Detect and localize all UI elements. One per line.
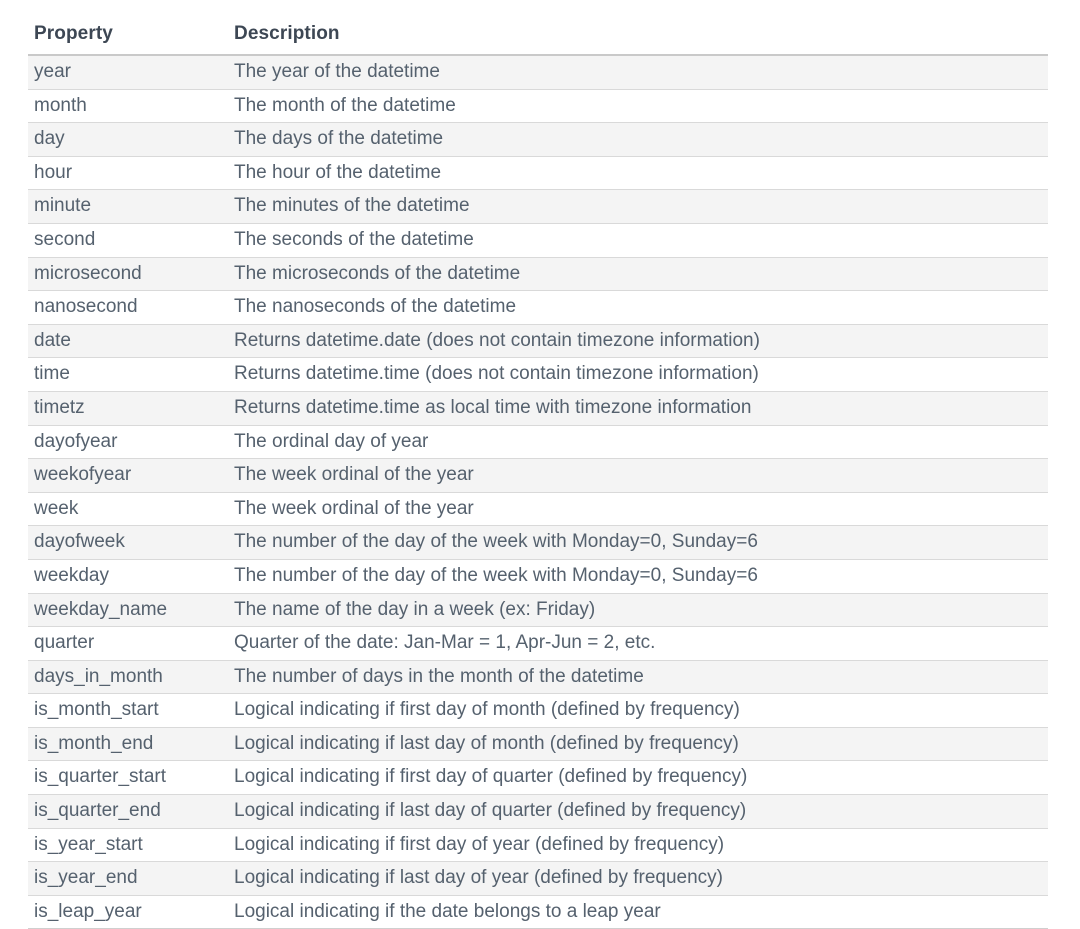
cell-property: week — [28, 492, 228, 527]
cell-description: Returns datetime.time as local time with… — [228, 391, 1048, 426]
cell-description: The nanoseconds of the datetime — [228, 290, 1048, 325]
cell-description: The week ordinal of the year — [228, 492, 1048, 527]
table-row: quarter Quarter of the date: Jan-Mar = 1,… — [28, 626, 1048, 661]
cell-property: hour — [28, 156, 228, 191]
cell-description: The hour of the datetime — [228, 156, 1048, 191]
cell-property: date — [28, 324, 228, 359]
cell-property: is_year_end — [28, 861, 228, 896]
cell-description: The week ordinal of the year — [228, 458, 1048, 493]
table-row: is_quarter_start Logical indicating if fi… — [28, 760, 1048, 796]
cell-property: minute — [28, 189, 228, 224]
cell-property: dayofweek — [28, 525, 228, 560]
cell-description: Logical indicating if the date belongs t… — [228, 895, 1048, 929]
table-row: days_in_month The number of days in the m… — [28, 660, 1048, 695]
cell-property: weekofyear — [28, 458, 228, 493]
cell-property: year — [28, 55, 228, 90]
column-header-description: Description — [228, 0, 1048, 56]
cell-property: dayofyear — [28, 425, 228, 460]
cell-property: second — [28, 223, 228, 258]
cell-property: is_month_start — [28, 693, 228, 728]
table-row: timetz Returns datetime.time as local tim… — [28, 391, 1048, 426]
cell-description: The number of the day of the week with M… — [228, 525, 1048, 560]
cell-property: is_quarter_start — [28, 760, 228, 796]
cell-property: is_leap_year — [28, 895, 228, 929]
table-row: weekday The number of the day of the week… — [28, 559, 1048, 594]
cell-description: The days of the datetime — [228, 122, 1048, 157]
table-row: nanosecond The nanoseconds of the datetim… — [28, 290, 1048, 325]
properties-table-container: Property Description year The year of the… — [28, 0, 1048, 929]
table-row: weekofyear The week ordinal of the year — [28, 458, 1048, 493]
cell-property: day — [28, 122, 228, 157]
cell-property: quarter — [28, 626, 228, 661]
cell-property: timetz — [28, 391, 228, 426]
cell-description: The name of the day in a week (ex: Frida… — [228, 593, 1048, 628]
cell-description: Logical indicating if first day of year … — [228, 828, 1048, 863]
cell-description: The month of the datetime — [228, 89, 1048, 124]
table-row: hour The hour of the datetime — [28, 156, 1048, 191]
cell-property: weekday_name — [28, 593, 228, 628]
cell-description: The microseconds of the datetime — [228, 257, 1048, 292]
cell-description: The number of days in the month of the d… — [228, 660, 1048, 695]
cell-description: The number of the day of the week with M… — [228, 559, 1048, 594]
table-body: year The year of the datetime month The mon… — [28, 55, 1048, 929]
cell-property: microsecond — [28, 257, 228, 292]
cell-description: Logical indicating if last day of quarte… — [228, 794, 1048, 829]
table-row: is_year_start Logical indicating if first… — [28, 828, 1048, 863]
cell-description: Logical indicating if last day of month … — [228, 727, 1048, 762]
cell-description: Logical indicating if last day of year (… — [228, 861, 1048, 896]
column-header-property: Property — [28, 0, 228, 56]
cell-description: Logical indicating if first day of month… — [228, 693, 1048, 728]
table-row: date Returns datetime.date (does not cont… — [28, 324, 1048, 359]
table-row: is_year_end Logical indicating if last da… — [28, 861, 1048, 896]
table-row: day The days of the datetime — [28, 122, 1048, 157]
cell-description: Returns datetime.date (does not contain … — [228, 324, 1048, 359]
datetime-properties-table: Property Description year The year of the… — [28, 0, 1048, 929]
table-row: week The week ordinal of the year — [28, 492, 1048, 527]
cell-description: Logical indicating if first day of quart… — [228, 760, 1048, 796]
cell-description: The seconds of the datetime — [228, 223, 1048, 258]
table-row: is_quarter_end Logical indicating if last… — [28, 794, 1048, 829]
cell-property: days_in_month — [28, 660, 228, 695]
table-row: month The month of the datetime — [28, 89, 1048, 124]
table-header: Property Description — [28, 0, 1048, 56]
cell-property: is_year_start — [28, 828, 228, 863]
table-row: microsecond The microseconds of the datet… — [28, 257, 1048, 292]
cell-property: time — [28, 357, 228, 392]
table-row: second The seconds of the datetime — [28, 223, 1048, 258]
table-row: minute The minutes of the datetime — [28, 189, 1048, 224]
table-row: is_leap_year Logical indicating if the da… — [28, 895, 1048, 929]
table-row: weekday_name The name of the day in a wee… — [28, 593, 1048, 628]
table-row: dayofweek The number of the day of the we… — [28, 525, 1048, 560]
cell-description: The year of the datetime — [228, 55, 1048, 90]
table-row: is_month_start Logical indicating if firs… — [28, 693, 1048, 728]
table-header-row: Property Description — [28, 0, 1048, 56]
cell-property: nanosecond — [28, 290, 228, 325]
cell-property: weekday — [28, 559, 228, 594]
cell-description: Quarter of the date: Jan-Mar = 1, Apr-Ju… — [228, 626, 1048, 661]
table-row: year The year of the datetime — [28, 55, 1048, 90]
cell-property: is_quarter_end — [28, 794, 228, 829]
table-row: is_month_end Logical indicating if last d… — [28, 727, 1048, 762]
cell-property: month — [28, 89, 228, 124]
cell-description: The minutes of the datetime — [228, 189, 1048, 224]
table-row: time Returns datetime.time (does not cont… — [28, 357, 1048, 392]
cell-property: is_month_end — [28, 727, 228, 762]
cell-description: The ordinal day of year — [228, 425, 1048, 460]
cell-description: Returns datetime.time (does not contain … — [228, 357, 1048, 392]
table-row: dayofyear The ordinal day of year — [28, 425, 1048, 460]
